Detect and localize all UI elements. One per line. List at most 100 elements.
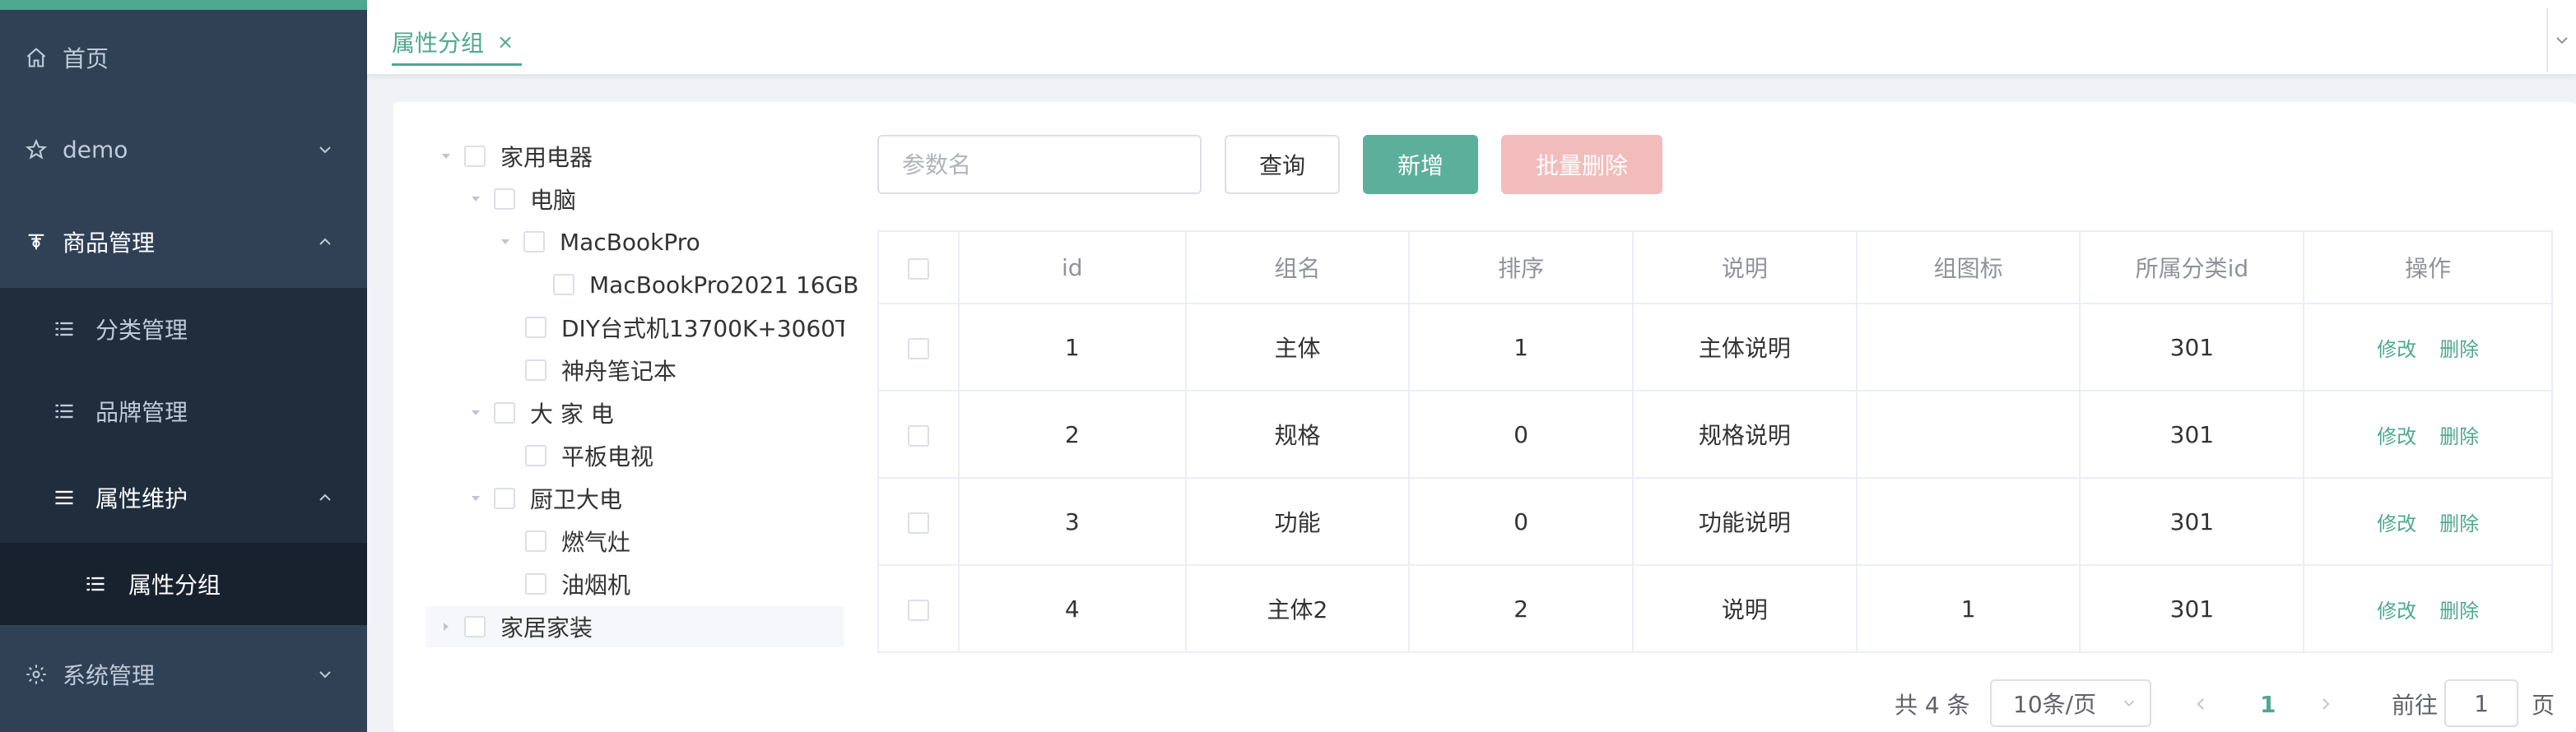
column-header[interactable]: 所属分类id	[2079, 230, 2305, 304]
page-number[interactable]: 1	[2260, 681, 2276, 727]
tree-checkbox[interactable]	[525, 317, 546, 338]
column-header[interactable]: 组图标	[1855, 230, 2081, 304]
tree-node[interactable]: 神舟笔记本	[525, 350, 677, 391]
query-button[interactable]: 查询	[1225, 135, 1340, 194]
sidebar-item-label: demo	[63, 136, 128, 164]
attr-group-table: id 组名 排序 说明 组图标 所属分类id 操作 1 主体 1 主体说明 30…	[877, 230, 2553, 653]
edit-link[interactable]: 修改	[2377, 338, 2416, 361]
table-row: 3 功能 0 功能说明 301 修改 删除	[877, 477, 2553, 566]
tree-node-label: MacBookPro2021 16GB	[589, 271, 859, 299]
row-checkbox[interactable]	[907, 424, 929, 447]
cell-catelog-id: 301	[2079, 564, 2305, 653]
cell-actions: 修改 删除	[2303, 303, 2553, 391]
row-checkbox[interactable]	[907, 599, 929, 621]
select-all-checkbox[interactable]	[907, 257, 929, 280]
cell-id: 1	[957, 303, 1187, 391]
sidebar-item-brand[interactable]: 品牌管理	[0, 370, 367, 452]
batch-delete-button[interactable]: 批量删除	[1501, 135, 1662, 194]
tree-checkbox[interactable]	[525, 530, 546, 552]
goto-page-input[interactable]	[2444, 679, 2518, 727]
caret-down-icon[interactable]	[466, 189, 486, 209]
column-header[interactable]: 排序	[1408, 230, 1634, 304]
delete-link[interactable]: 删除	[2439, 512, 2479, 535]
prev-page-button[interactable]	[2192, 681, 2209, 727]
pagination-total: 共 4 条	[1895, 692, 1970, 719]
tree-node[interactable]: 大 家 电	[466, 392, 614, 433]
cell-id: 4	[957, 564, 1187, 653]
edit-link[interactable]: 修改	[2377, 600, 2416, 623]
row-checkbox[interactable]	[907, 512, 929, 534]
chevron-down-icon	[316, 665, 334, 683]
tree-node[interactable]: MacBookPro2021 16GB	[553, 264, 859, 305]
tree-checkbox[interactable]	[494, 188, 515, 210]
caret-down-icon[interactable]	[436, 146, 456, 166]
tree-node[interactable]: 燃气灶	[525, 521, 630, 562]
delete-link[interactable]: 删除	[2439, 338, 2479, 361]
caret-down-icon[interactable]	[495, 232, 515, 252]
add-button[interactable]: 新增	[1363, 135, 1478, 194]
sidebar-item-home[interactable]: 首页	[0, 12, 367, 104]
delete-link[interactable]: 删除	[2439, 600, 2479, 623]
tree-node[interactable]: DIY台式机13700K+3060Ti+	[525, 307, 844, 348]
chevron-right-icon	[2323, 698, 2330, 710]
cell-catelog-id: 301	[2079, 477, 2305, 566]
column-header[interactable]: id	[957, 230, 1187, 304]
tree-node[interactable]: 平板电视	[525, 435, 653, 476]
next-page-button[interactable]	[2318, 681, 2334, 727]
column-header[interactable]: 组名	[1184, 230, 1411, 304]
tree-node-label: 神舟笔记本	[561, 358, 677, 385]
tab-bar: 属性分组 ×	[367, 0, 2576, 76]
close-icon[interactable]: ×	[497, 30, 514, 53]
sidebar-item-goods[interactable]: 商品管理	[0, 196, 367, 288]
param-name-input[interactable]	[877, 135, 1202, 194]
sidebar-item-demo[interactable]: demo	[0, 104, 367, 196]
cell-name: 规格	[1184, 390, 1411, 479]
caret-down-icon[interactable]	[466, 403, 486, 423]
tree-checkbox[interactable]	[525, 359, 546, 381]
cell-name: 功能	[1184, 477, 1411, 566]
caret-right-icon[interactable]	[436, 617, 456, 637]
list-icon	[82, 571, 109, 597]
list-icon	[51, 398, 77, 424]
cell-desc: 主体说明	[1632, 303, 1858, 391]
tree-checkbox[interactable]	[525, 573, 546, 595]
table-row: 4 主体2 2 说明 1 301 修改 删除	[877, 564, 2553, 653]
tree-checkbox[interactable]	[553, 274, 574, 295]
cell-icon	[1855, 390, 2081, 479]
tree-node[interactable]: 家用电器	[436, 136, 593, 177]
tree-node-label: MacBookPro	[560, 228, 700, 256]
edit-link[interactable]: 修改	[2377, 425, 2416, 448]
page-size-select[interactable]: 10条/页	[1990, 679, 2151, 727]
tree-node[interactable]: 厨卫大电	[466, 478, 622, 519]
tree-node[interactable]: 电脑	[466, 178, 576, 220]
tree-checkbox[interactable]	[525, 445, 546, 466]
caret-down-icon[interactable]	[466, 489, 486, 508]
tree-node[interactable]: 家居家装	[426, 606, 844, 647]
sidebar-item-category[interactable]: 分类管理	[0, 288, 367, 370]
star-icon	[23, 137, 49, 163]
tree-node[interactable]: MacBookPro	[495, 221, 700, 262]
column-header[interactable]: 说明	[1632, 230, 1858, 304]
edit-link[interactable]: 修改	[2377, 512, 2416, 535]
sidebar-item-attr-group[interactable]: 属性分组	[0, 543, 367, 625]
sidebar-item-system[interactable]: 系统管理	[0, 628, 367, 720]
tree-node-label: 电脑	[530, 187, 577, 214]
cell-catelog-id: 301	[2079, 303, 2305, 391]
tree-checkbox[interactable]	[523, 231, 545, 252]
chevron-left-icon	[2197, 698, 2204, 710]
tabs-more-button[interactable]	[2546, 8, 2576, 72]
cell-desc: 说明	[1632, 564, 1858, 653]
tree-node-label: 家用电器	[500, 144, 593, 171]
tree-node[interactable]: 油烟机	[525, 563, 630, 605]
tree-checkbox[interactable]	[494, 488, 515, 509]
tree-node-label: 厨卫大电	[530, 486, 623, 513]
sidebar-item-attr[interactable]: 属性维护	[0, 452, 367, 543]
tree-checkbox[interactable]	[464, 616, 486, 637]
tree-checkbox[interactable]	[464, 146, 486, 167]
delete-link[interactable]: 删除	[2439, 425, 2479, 448]
tree-checkbox[interactable]	[494, 402, 515, 424]
tab-attr-group[interactable]: 属性分组 ×	[392, 20, 523, 66]
row-select-cell	[877, 477, 960, 566]
row-checkbox[interactable]	[907, 337, 929, 359]
tree-node-label: 燃气灶	[561, 529, 631, 556]
